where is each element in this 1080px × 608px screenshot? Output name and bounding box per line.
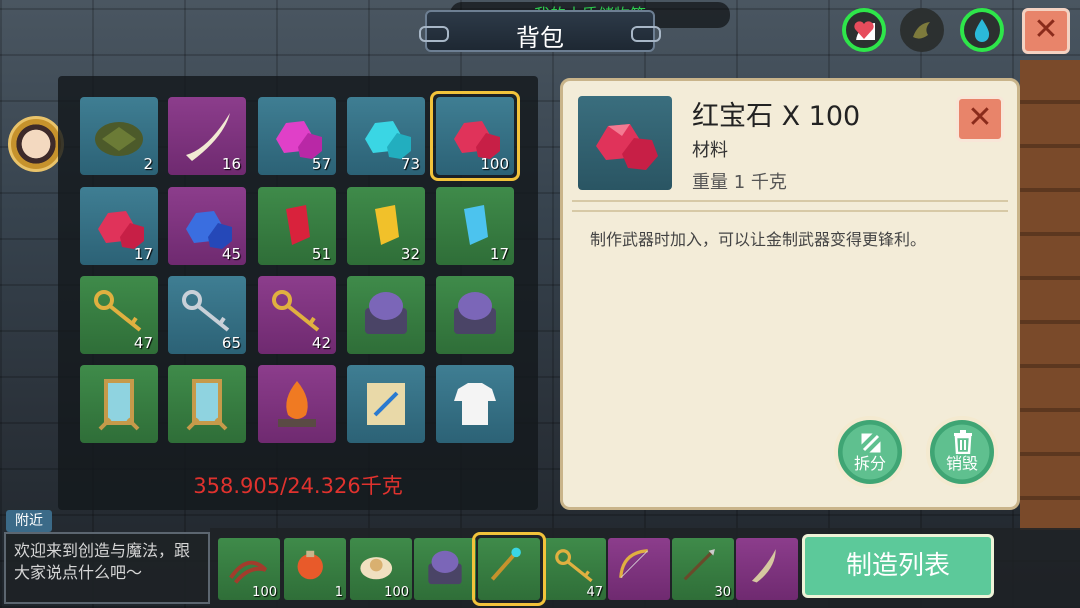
title-bar: 背包 — [419, 10, 661, 52]
inventory-slot[interactable] — [80, 365, 158, 443]
detail-close-button[interactable]: ✕ — [956, 96, 1004, 142]
blade-icon — [751, 549, 776, 583]
blade-icon-wrap — [744, 546, 790, 592]
mechanism-icon-wrap — [446, 286, 504, 344]
campfire-icon — [278, 381, 316, 427]
item-count: 17 — [133, 245, 153, 263]
item-count: 45 — [221, 245, 241, 263]
hotbar-slot[interactable]: 1 — [284, 538, 346, 600]
mechanism-icon-wrap — [422, 546, 468, 592]
divider — [572, 200, 1008, 202]
selected-slot-frame — [430, 91, 520, 181]
campfire-icon-wrap — [268, 375, 326, 433]
inventory-slot[interactable] — [347, 365, 425, 443]
mechanism-icon-wrap — [357, 286, 415, 344]
item-count: 100 — [384, 585, 409, 600]
water-drop-icon — [974, 19, 990, 42]
item-count: 2 — [143, 155, 153, 173]
inventory-slot[interactable] — [258, 365, 336, 443]
hunger-status[interactable] — [900, 8, 944, 52]
bow-icon — [619, 549, 649, 579]
chat-channel-tab[interactable]: 附近 — [6, 510, 52, 532]
mirror-icon-wrap — [178, 375, 236, 433]
shirt-icon — [454, 383, 496, 425]
item-count: 51 — [311, 245, 331, 263]
shirt-icon-wrap — [446, 375, 504, 433]
hotbar-selected-frame — [472, 532, 546, 606]
detail-item-name: 红宝石 X 100 — [692, 101, 861, 132]
hotbar-slot[interactable]: 47 — [544, 538, 606, 600]
inventory-slot[interactable] — [168, 365, 246, 443]
item-count: 16 — [221, 155, 241, 173]
potion-icon-wrap — [292, 546, 338, 592]
item-count: 73 — [400, 155, 420, 173]
scroll-icon-wrap — [357, 375, 415, 433]
inventory-slot[interactable]: 16 — [168, 97, 246, 175]
hotbar-slot[interactable]: 100 — [350, 538, 412, 600]
item-count: 57 — [311, 155, 331, 173]
close-button[interactable]: ✕ — [1022, 8, 1070, 54]
craft-list-button[interactable]: 制造列表 — [802, 534, 994, 598]
destroy-button[interactable]: 销毁 — [926, 416, 998, 488]
divider — [572, 210, 1008, 212]
inventory-slot[interactable]: 47 — [80, 276, 158, 354]
item-count: 47 — [586, 585, 603, 600]
hotbar-slot[interactable] — [414, 538, 476, 600]
ruby-icon — [596, 124, 658, 170]
hotbar-slot[interactable] — [608, 538, 670, 600]
detail-item-type: 材料 — [692, 140, 728, 161]
hotbar-slot[interactable]: 30 — [672, 538, 734, 600]
inventory-slot[interactable]: 42 — [258, 276, 336, 354]
weight-text: 358.905/24.326千克 — [193, 474, 403, 498]
inventory-slot[interactable]: 32 — [347, 187, 425, 265]
bow-icon-wrap — [616, 546, 662, 592]
mirror-icon — [98, 379, 140, 431]
craft-list-label: 制造列表 — [845, 551, 950, 581]
inventory-slot[interactable]: 65 — [168, 276, 246, 354]
inventory-slot[interactable]: 51 — [258, 187, 336, 265]
item-count: 65 — [221, 334, 241, 352]
turtle-shell-icon-wrap — [90, 107, 148, 165]
detail-description: 制作武器时加入，可以让金制武器变得更锋利。 — [590, 230, 927, 249]
page-title: 背包 — [516, 24, 564, 52]
item-count: 32 — [400, 245, 420, 263]
background-wood-door — [1020, 60, 1080, 530]
split-label: 拆分 — [853, 454, 886, 473]
mirror-icon-wrap — [90, 375, 148, 433]
item-count: 30 — [714, 585, 731, 600]
inventory-slot[interactable]: 73 — [347, 97, 425, 175]
item-count: 42 — [311, 334, 331, 352]
hunger-icon — [913, 22, 930, 39]
item-count: 1 — [334, 585, 343, 600]
heart-icon — [854, 21, 875, 40]
detail-item-icon-frame — [578, 96, 672, 190]
avatar[interactable] — [8, 116, 64, 172]
inventory-slot[interactable]: 17 — [436, 187, 514, 265]
health-status[interactable] — [842, 8, 886, 52]
mechanism-icon — [365, 292, 407, 334]
water-status[interactable] — [960, 8, 1004, 52]
inventory-slot[interactable]: 17 — [80, 187, 158, 265]
inventory-slot[interactable]: 57 — [258, 97, 336, 175]
item-count: 47 — [133, 334, 153, 352]
mirror-icon — [186, 379, 228, 431]
inventory-slot[interactable] — [436, 276, 514, 354]
inventory-slot[interactable]: 45 — [168, 187, 246, 265]
mechanism-icon — [428, 550, 462, 585]
turtle-shell-icon — [95, 122, 143, 156]
inventory-slot[interactable] — [436, 365, 514, 443]
mechanism-icon — [454, 292, 496, 334]
chat-input[interactable]: 欢迎来到创造与魔法，跟大家说点什么吧～ — [4, 532, 210, 604]
inventory-slot[interactable]: 2 — [80, 97, 158, 175]
scroll-icon — [367, 383, 405, 425]
detail-item-weight: 重量 1 千克 — [692, 172, 787, 193]
destroy-label: 销毁 — [945, 454, 978, 473]
inventory-slot[interactable] — [347, 276, 425, 354]
potion-icon — [297, 550, 323, 580]
hotbar-slot[interactable]: 100 — [218, 538, 280, 600]
item-count: 100 — [252, 585, 277, 600]
split-button[interactable]: 拆分 — [834, 416, 906, 488]
item-count: 17 — [489, 245, 509, 263]
hotbar-slot[interactable] — [736, 538, 798, 600]
